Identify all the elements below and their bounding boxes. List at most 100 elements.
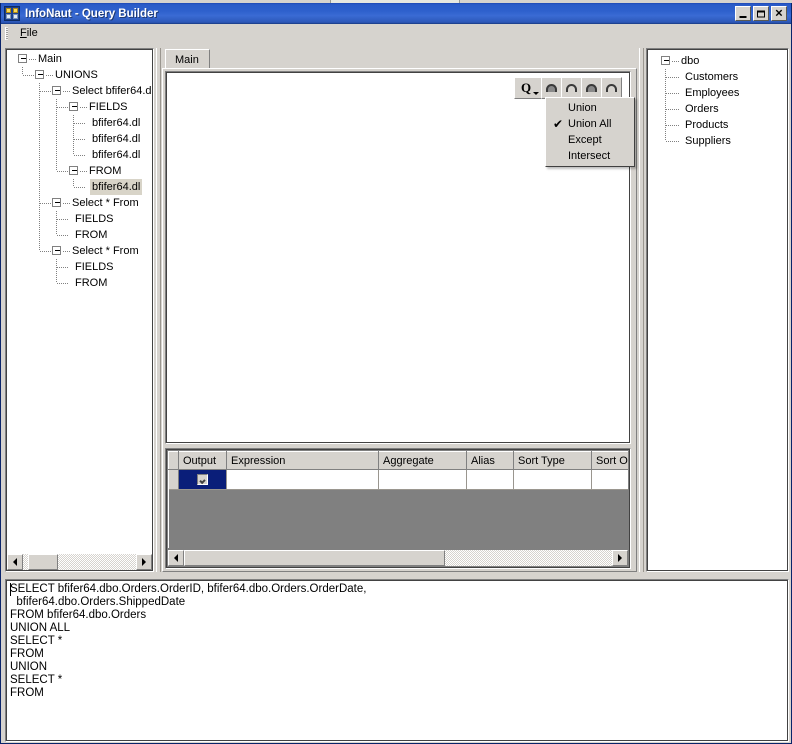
tree-node-label[interactable]: FIELDS xyxy=(87,99,130,115)
tree-node[interactable]: dbo xyxy=(651,53,785,69)
scroll-left-button[interactable] xyxy=(7,554,23,570)
tree-node[interactable]: FIELDS xyxy=(8,99,151,115)
tree-node-label[interactable]: Select * From xyxy=(70,243,141,259)
tree-expander-minus-icon[interactable] xyxy=(52,86,61,95)
tree-node-label[interactable]: FROM xyxy=(87,163,123,179)
maximize-button[interactable] xyxy=(753,6,769,21)
tree-node-label[interactable]: FIELDS xyxy=(73,211,116,227)
grid-header-alias[interactable]: Alias xyxy=(467,452,514,470)
tree-node[interactable]: Select bfifer64.db xyxy=(8,83,151,99)
tree-node-label[interactable]: bfifer64.dl xyxy=(90,147,142,163)
tree-node[interactable]: Orders xyxy=(651,101,785,117)
tree-node[interactable]: bfifer64.dl xyxy=(8,131,151,147)
tree-node[interactable]: bfifer64.dl xyxy=(8,115,151,131)
query-tree[interactable]: MainUNIONSSelect bfifer64.dbFIELDSbfifer… xyxy=(8,51,151,554)
tree-node-label[interactable]: Employees xyxy=(683,85,741,101)
join-filled-2-button[interactable] xyxy=(581,77,602,99)
grid-scroll-right-button[interactable] xyxy=(612,550,628,566)
tree-node[interactable]: UNIONS xyxy=(8,67,151,83)
scroll-right-button[interactable] xyxy=(136,554,152,570)
tree-node[interactable]: FROM xyxy=(8,163,151,179)
tree-node[interactable]: FIELDS xyxy=(8,259,151,275)
title-bar[interactable]: InfoNaut - Query Builder ✕ xyxy=(1,3,791,24)
grid-hscrollbar[interactable] xyxy=(168,550,628,566)
close-button[interactable]: ✕ xyxy=(771,6,787,21)
tree-node[interactable]: FROM xyxy=(8,275,151,291)
tree-node[interactable]: Customers xyxy=(651,69,785,85)
tree-node-label[interactable]: Select * From xyxy=(70,195,141,211)
schema-tree[interactable]: dboCustomersEmployeesOrdersProductsSuppl… xyxy=(651,53,785,568)
grid-header-expression[interactable]: Expression xyxy=(227,452,379,470)
cell-sort-order[interactable] xyxy=(592,470,629,490)
tree-node-label[interactable]: bfifer64.dl xyxy=(90,115,142,131)
chevron-down-icon[interactable] xyxy=(533,92,539,95)
table-row[interactable] xyxy=(169,470,629,490)
tree-node[interactable]: Suppliers xyxy=(651,133,785,149)
tree-node[interactable]: Main xyxy=(8,51,151,67)
grid-header-aggregate[interactable]: Aggregate xyxy=(379,452,467,470)
tree-node-label[interactable]: Products xyxy=(683,117,730,133)
splitter-right[interactable] xyxy=(637,48,645,572)
tree-node-label[interactable]: UNIONS xyxy=(53,67,100,83)
tree-node-label[interactable]: Main xyxy=(36,51,64,67)
menu-grip-handle[interactable] xyxy=(5,27,8,40)
tree-node[interactable]: Employees xyxy=(651,85,785,101)
tree-node-label[interactable]: FROM xyxy=(73,275,109,291)
tree-node-label[interactable]: FIELDS xyxy=(73,259,116,275)
tree-expander-minus-icon[interactable] xyxy=(69,102,78,111)
tree-node[interactable]: Select * From xyxy=(8,195,151,211)
scroll-track[interactable] xyxy=(23,554,136,570)
grid-header-output[interactable]: Output xyxy=(179,452,227,470)
cell-expression[interactable] xyxy=(227,470,379,490)
tree-node-label[interactable]: Suppliers xyxy=(683,133,733,149)
tree-node[interactable]: Select * From xyxy=(8,243,151,259)
cell-output[interactable] xyxy=(179,470,227,490)
grid-scroll-thumb[interactable] xyxy=(184,550,445,566)
tree-node-label[interactable]: Customers xyxy=(683,69,740,85)
tab-main[interactable]: Main xyxy=(165,49,210,69)
menu-item-except[interactable]: Except xyxy=(546,132,634,148)
menu-item-file[interactable]: File xyxy=(14,25,44,41)
diagram-canvas[interactable]: Q Union✔Union AllExceptIntersect xyxy=(165,71,631,444)
tree-expander-minus-icon[interactable] xyxy=(661,56,670,65)
tree-expander-minus-icon[interactable] xyxy=(52,246,61,255)
join-open-2-button[interactable] xyxy=(601,77,622,99)
tree-expander-minus-icon[interactable] xyxy=(52,198,61,207)
tree-node-label[interactable]: Orders xyxy=(683,101,721,117)
tree-expander-minus-icon[interactable] xyxy=(69,166,78,175)
tree-node[interactable]: Products xyxy=(651,117,785,133)
column-grid[interactable]: OutputExpressionAggregateAliasSort TypeS… xyxy=(168,451,628,550)
tree-node-label[interactable]: bfifer64.dl xyxy=(90,131,142,147)
tree-node[interactable]: FIELDS xyxy=(8,211,151,227)
menu-item-intersect[interactable]: Intersect xyxy=(546,148,634,164)
grid-scroll-left-button[interactable] xyxy=(168,550,184,566)
grid-header-sort-order[interactable]: Sort Order xyxy=(592,452,629,470)
join-open-button[interactable] xyxy=(561,77,582,99)
minimize-button[interactable] xyxy=(735,6,751,21)
menu-item-union-all[interactable]: ✔Union All xyxy=(546,116,634,132)
tree-node-label[interactable]: dbo xyxy=(679,53,701,69)
tree-node-label[interactable]: bfifer64.dl xyxy=(90,179,142,195)
query-button[interactable]: Q xyxy=(514,77,542,99)
join-filled-button[interactable] xyxy=(541,77,562,99)
cell-alias[interactable] xyxy=(467,470,514,490)
menu-item-union[interactable]: Union xyxy=(546,100,634,116)
cell-aggregate[interactable] xyxy=(379,470,467,490)
sql-text[interactable]: SELECT bfifer64.dbo.Orders.OrderID, bfif… xyxy=(10,583,784,739)
tree-node[interactable]: bfifer64.dl xyxy=(8,147,151,163)
tree-node[interactable]: bfifer64.dl xyxy=(8,179,151,195)
cell-sort-type[interactable] xyxy=(514,470,592,490)
tree-expander-minus-icon[interactable] xyxy=(18,54,27,63)
splitter-left[interactable] xyxy=(154,48,162,572)
tree-node[interactable]: FROM xyxy=(8,227,151,243)
scroll-thumb[interactable] xyxy=(28,554,59,570)
grid-scroll-track[interactable] xyxy=(184,550,612,566)
sql-text-panel[interactable]: SELECT bfifer64.dbo.Orders.OrderID, bfif… xyxy=(5,579,789,742)
union-dropdown-menu[interactable]: Union✔Union AllExceptIntersect xyxy=(545,97,635,167)
row-selector[interactable] xyxy=(169,470,179,490)
query-tree-hscrollbar[interactable] xyxy=(7,554,152,570)
tree-node-label[interactable]: FROM xyxy=(73,227,109,243)
tree-node-label[interactable]: Select bfifer64.db xyxy=(70,83,151,99)
tree-expander-minus-icon[interactable] xyxy=(35,70,44,79)
grid-header-sort-type[interactable]: Sort Type xyxy=(514,452,592,470)
